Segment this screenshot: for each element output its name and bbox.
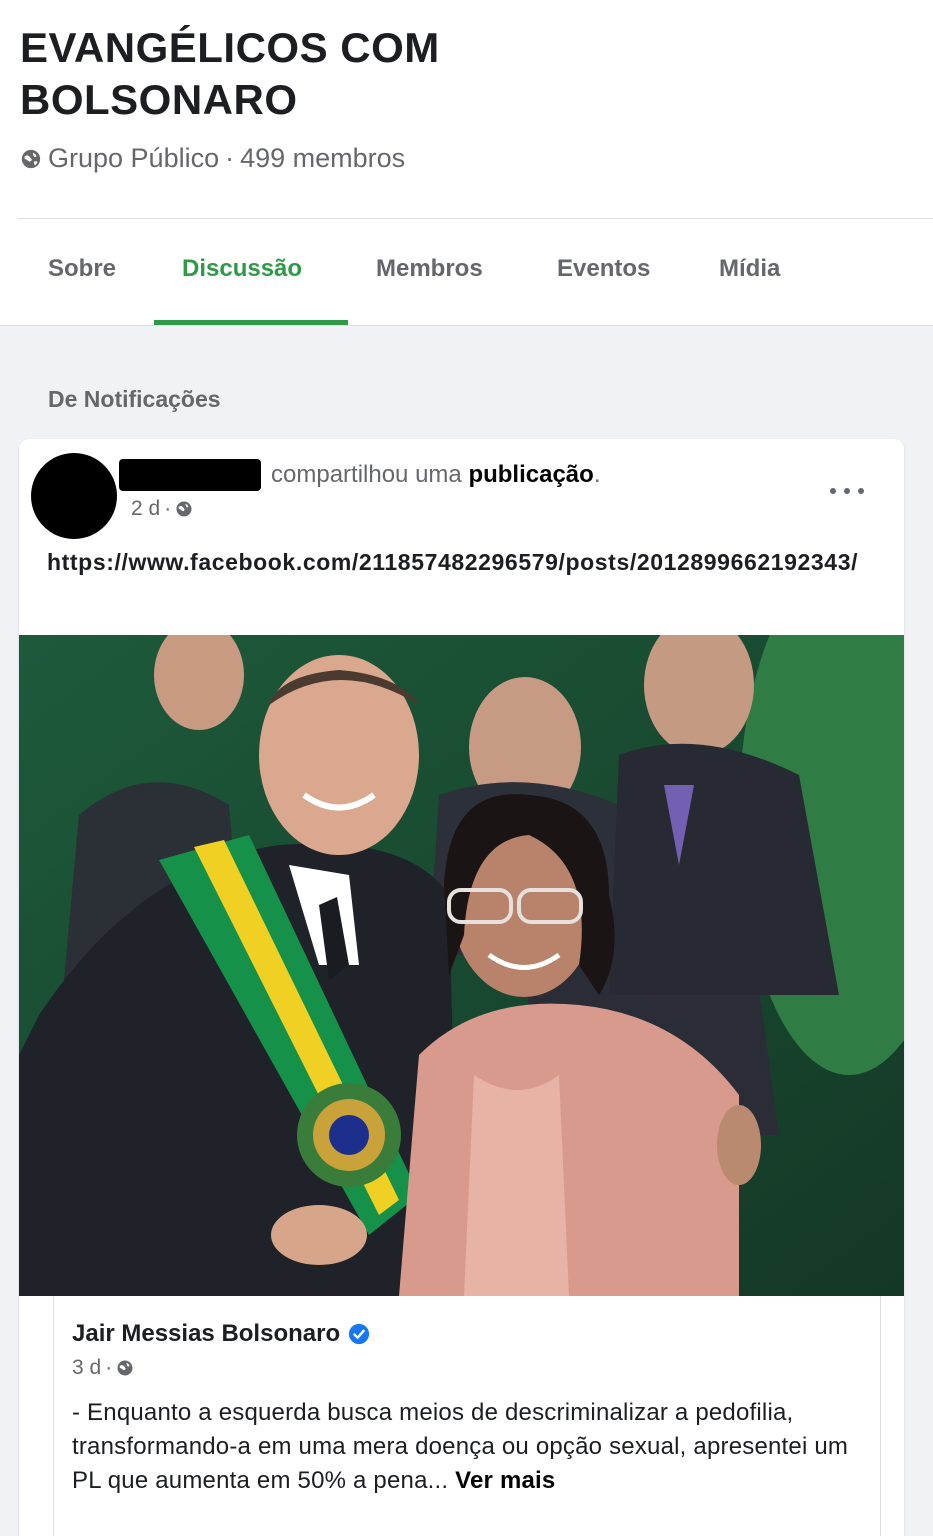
see-more-link[interactable]: Ver mais xyxy=(455,1467,555,1494)
active-tab-indicator xyxy=(154,320,348,325)
embedded-timestamp: 3 d · xyxy=(72,1356,134,1380)
meta-separator: · xyxy=(225,143,235,173)
group-privacy[interactable]: Grupo Público xyxy=(48,143,219,174)
group-tabs: Sobre Discussão Membros Eventos Mídia xyxy=(0,219,933,326)
group-meta: Grupo Público · 499 membros xyxy=(20,143,405,174)
embedded-post[interactable]: Jair Messias Bolsonaro 3 d · - Enquanto … xyxy=(53,1296,881,1536)
post-link[interactable]: https://www.facebook.com/211857482296579… xyxy=(47,545,877,579)
group-members-count[interactable]: 499 membros xyxy=(240,143,405,174)
group-header: EVANGÉLICOS COM BOLSONARO Grupo Público … xyxy=(0,0,933,326)
post-time[interactable]: 2 d xyxy=(131,497,160,521)
tab-eventos[interactable]: Eventos xyxy=(557,255,650,283)
group-title-line-1: EVANGÉLICOS COM xyxy=(20,24,440,71)
globe-icon xyxy=(117,1360,133,1376)
globe-icon xyxy=(21,149,41,168)
redacted-author-name xyxy=(119,459,261,491)
tab-sobre[interactable]: Sobre xyxy=(48,255,116,283)
tab-discussao[interactable]: Discussão xyxy=(182,255,302,283)
post-action-text: compartilhou uma xyxy=(271,461,462,488)
group-title-line-2: BOLSONARO xyxy=(20,76,298,123)
section-label: De Notificações xyxy=(48,386,221,412)
embedded-author-name[interactable]: Jair Messias Bolsonaro xyxy=(72,1320,340,1348)
embedded-post-text: - Enquanto a esquerda busca meios de des… xyxy=(72,1396,862,1498)
shared-post-photo[interactable] xyxy=(19,635,904,1296)
post-action-line: compartilhou uma publicação. xyxy=(271,461,600,489)
embedded-time[interactable]: 3 d xyxy=(72,1356,101,1380)
embedded-author: Jair Messias Bolsonaro xyxy=(72,1320,370,1348)
tab-midia[interactable]: Mídia xyxy=(719,255,780,283)
photo-illustration xyxy=(19,635,904,1296)
embedded-time-separator: · xyxy=(105,1356,113,1379)
tab-membros[interactable]: Membros xyxy=(376,255,483,283)
post-card: compartilhou uma publicação. 2 d · https… xyxy=(19,439,904,1536)
post-action-end: . xyxy=(593,461,601,488)
post-timestamp: 2 d · xyxy=(131,497,193,521)
post-time-separator: · xyxy=(164,497,172,520)
more-options-icon[interactable] xyxy=(830,479,864,503)
verified-badge-icon xyxy=(349,1323,370,1345)
globe-icon xyxy=(176,501,192,517)
post-action-object[interactable]: publicação xyxy=(468,461,593,488)
group-title[interactable]: EVANGÉLICOS COM BOLSONARO xyxy=(20,22,440,126)
avatar[interactable] xyxy=(31,453,117,539)
